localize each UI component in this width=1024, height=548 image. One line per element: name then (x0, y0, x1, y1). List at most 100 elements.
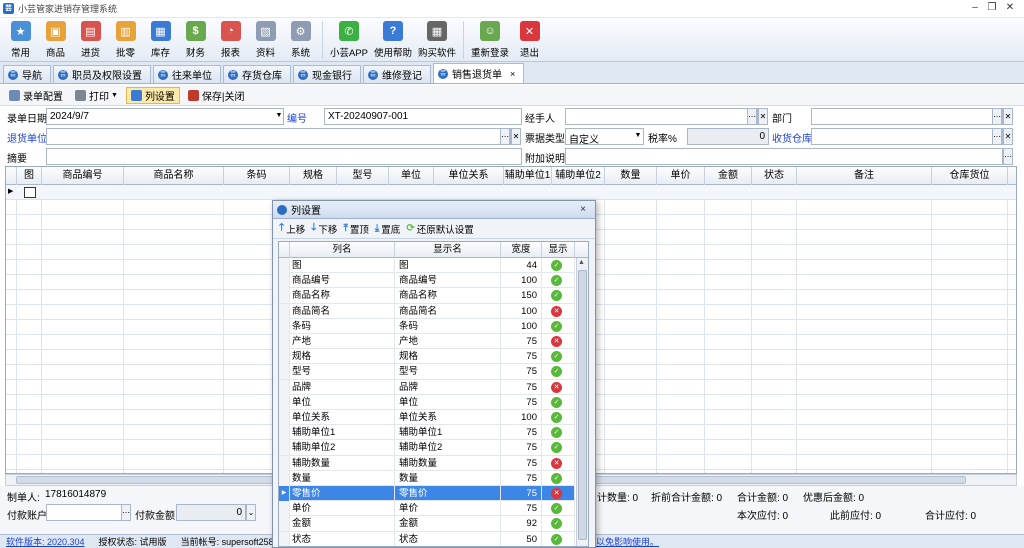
more-icon[interactable]: ⋯ (500, 128, 510, 145)
show-cell[interactable]: ✓ (542, 288, 575, 304)
wholesale-button[interactable]: ▥ 批零 (108, 18, 143, 62)
tab-cash-bank[interactable]: 芸现金银行 (293, 65, 361, 83)
width-cell[interactable]: 100 (501, 273, 542, 289)
show-cell[interactable]: ✓ (542, 273, 575, 289)
restore-icon[interactable]: ❐ (985, 2, 999, 14)
column-setting-row[interactable]: 数量 数量 75 ✓ (279, 470, 575, 486)
check-icon[interactable]: ✓ (551, 396, 562, 408)
show-cell[interactable]: ✓ (542, 318, 575, 334)
show-cell[interactable]: ✕ (542, 334, 575, 349)
display-name-cell[interactable]: 单价 (395, 501, 501, 517)
chevron-down-icon[interactable]: ▼ (633, 128, 643, 145)
more-icon[interactable]: ⋯ (992, 108, 1002, 125)
check-icon[interactable]: ✓ (551, 290, 562, 302)
show-cell[interactable]: ✓ (542, 531, 575, 546)
tab-contacts[interactable]: 芸往来单位 (153, 65, 221, 83)
spin-icon[interactable]: ⌄ (246, 504, 256, 521)
restore-defaults-button[interactable]: ⟳ 还原默认设置 (406, 222, 473, 236)
display-name-cell[interactable]: 单位关系 (395, 410, 501, 425)
favorites-button[interactable]: ★ 常用 (3, 18, 38, 62)
show-cell[interactable]: ✕ (542, 455, 575, 471)
minimize-icon[interactable]: – (968, 2, 982, 14)
check-icon[interactable]: ✓ (551, 412, 562, 423)
return-unit-field[interactable] (46, 128, 511, 145)
buy-button[interactable]: ▦ 购买软件 (415, 18, 459, 62)
display-name-cell[interactable]: 数量 (395, 470, 501, 486)
tab-repair-register[interactable]: 芸维修登记 (363, 65, 431, 83)
check-icon[interactable]: ✓ (551, 366, 562, 378)
clear-icon[interactable]: ✕ (511, 128, 521, 145)
table-row[interactable]: ▶ (6, 185, 1016, 200)
width-cell[interactable]: 75 (501, 425, 542, 441)
notice-link[interactable]: 以免影响使用。 (596, 535, 659, 548)
width-cell[interactable]: 75 (501, 501, 542, 517)
move-up-button[interactable]: 🡑 上移 (279, 220, 305, 237)
check-icon[interactable]: ✓ (551, 533, 562, 545)
summary-field[interactable] (46, 148, 522, 165)
display-name-cell[interactable]: 规格 (395, 349, 501, 365)
close-icon[interactable]: × (580, 204, 586, 215)
tab-staff-permissions[interactable]: 芸职员及权限设置 (53, 65, 151, 83)
number-field[interactable]: XT-20240907-001 (324, 108, 522, 125)
tab-sales-return[interactable]: 芸销售退货单 × (433, 63, 525, 83)
show-cell[interactable]: ✓ (542, 516, 575, 532)
inventory-button[interactable]: ▦ 库存 (143, 18, 178, 62)
image-cell[interactable] (24, 187, 36, 198)
column-setting-row[interactable]: ▶ 零售价 零售价 75 ✕ (279, 486, 575, 502)
cross-icon[interactable]: ✕ (551, 488, 562, 499)
show-cell[interactable]: ✓ (542, 394, 575, 410)
check-icon[interactable]: ✓ (551, 351, 562, 363)
scroll-up-icon[interactable]: ▲ (578, 259, 585, 266)
check-icon[interactable]: ✓ (551, 442, 562, 454)
more-icon[interactable]: ⋯ (992, 128, 1002, 145)
cross-icon[interactable]: ✕ (551, 381, 562, 393)
clear-icon[interactable]: ✕ (1003, 128, 1013, 145)
width-cell[interactable]: 75 (501, 440, 542, 456)
close-window-icon[interactable]: ✕ (1003, 2, 1017, 14)
display-name-cell[interactable]: 单位 (395, 394, 501, 410)
print-button[interactable]: 打印 ▼ (71, 87, 122, 104)
show-cell[interactable]: ✓ (542, 425, 575, 441)
move-down-button[interactable]: 🡓 下移 (311, 220, 337, 237)
width-cell[interactable]: 75 (501, 379, 542, 395)
column-setting-row[interactable]: 条码 条码 100 ✓ (279, 318, 575, 334)
report-button[interactable]: ◔ 报表 (213, 18, 248, 62)
tab-stock-warehouse[interactable]: 芸存货仓库 (223, 65, 291, 83)
show-cell[interactable]: ✓ (542, 364, 575, 380)
purchase-button[interactable]: ▤ 进货 (73, 18, 108, 62)
show-cell[interactable]: ✓ (542, 410, 575, 425)
handler-field[interactable] (565, 108, 758, 125)
clear-icon[interactable]: ✕ (1003, 108, 1013, 125)
width-cell[interactable]: 50 (501, 531, 542, 546)
width-cell[interactable]: 150 (501, 288, 542, 304)
relogin-button[interactable]: ☺ 重新登录 (468, 18, 512, 62)
check-icon[interactable]: ✓ (551, 427, 562, 439)
check-icon[interactable]: ✓ (551, 275, 562, 287)
check-icon[interactable]: ✓ (551, 472, 562, 484)
date-field[interactable]: 2024/9/7 (46, 108, 284, 125)
display-name-cell[interactable]: 图 (395, 258, 501, 273)
column-setting-row[interactable]: 品牌 品牌 75 ✕ (279, 379, 575, 395)
width-cell[interactable]: 75 (501, 334, 542, 349)
width-cell[interactable]: 75 (501, 455, 542, 471)
display-name-cell[interactable]: 辅助单位1 (395, 425, 501, 441)
column-setting-row[interactable]: 辅助单位1 辅助单位1 75 ✓ (279, 425, 575, 441)
width-cell[interactable]: 75 (501, 349, 542, 365)
display-name-cell[interactable]: 商品名称 (395, 288, 501, 304)
cross-icon[interactable]: ✕ (551, 305, 562, 317)
cross-icon[interactable]: ✕ (551, 336, 562, 347)
column-setting-row[interactable]: 商品简名 商品简名 100 ✕ (279, 303, 575, 319)
warehouse-field[interactable] (811, 128, 1003, 145)
extra-note-field[interactable] (565, 148, 1003, 165)
show-cell[interactable]: ✓ (542, 470, 575, 486)
save-close-button[interactable]: 保存|关闭 (184, 87, 249, 104)
chevron-down-icon[interactable]: ▼ (274, 108, 284, 125)
show-cell[interactable]: ✓ (542, 349, 575, 365)
column-settings-table[interactable]: 列名 显示名 宽度 显示 ▲ 图图 44 ✓ 商品编号 商品编号 100 ✓ 商品名称 商品名称… (278, 241, 589, 547)
column-setting-row[interactable]: 辅助数量 辅助数量 75 ✕ (279, 455, 575, 471)
tab-navigation[interactable]: 芸导航 (3, 65, 51, 83)
display-name-cell[interactable]: 金额 (395, 516, 501, 532)
close-tab-icon[interactable]: × (510, 69, 515, 79)
column-setting-row[interactable]: 单位关系 单位关系 100 ✓ (279, 410, 575, 426)
data-button[interactable]: ▧ 资料 (248, 18, 283, 62)
